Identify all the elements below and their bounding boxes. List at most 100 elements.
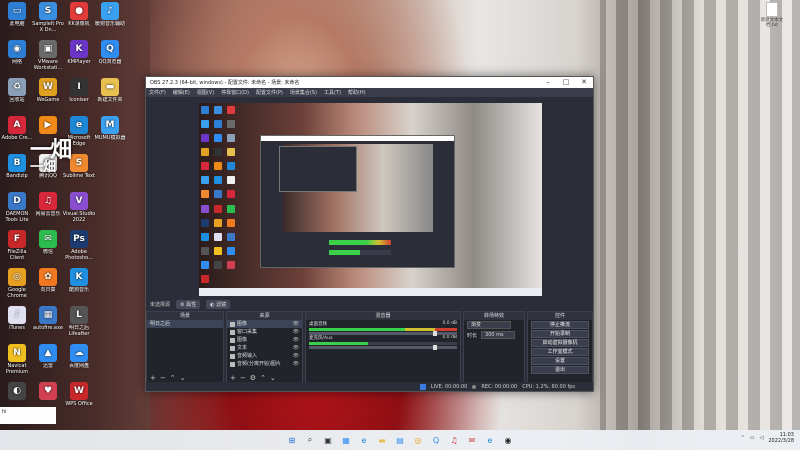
properties-button[interactable]: ⚙ 属性 <box>176 299 201 309</box>
minimize-button[interactable]: – <box>539 77 557 88</box>
menu-help[interactable]: 帮助(H) <box>348 89 366 96</box>
source-item[interactable]: 文本 👁 <box>227 344 302 352</box>
mail-icon[interactable]: ✉ <box>466 434 479 447</box>
start-recording-button[interactable]: 开始录制 <box>531 330 589 338</box>
desktop-text-file[interactable]: 新建文本文档.txt <box>760 2 784 28</box>
desktop-icon[interactable]: ✉ 微信 <box>31 230 65 255</box>
desktop-icon[interactable]: W WeGame <box>31 78 65 103</box>
small-popup[interactable]: hi <box>0 407 56 424</box>
source-item[interactable]: 音频(分离开始)图片 👁 <box>227 360 302 368</box>
desktop-icon-label: 酷狗音乐 <box>68 287 89 293</box>
obs-titlebar[interactable]: OBS 27.2.3 (64-bit, windows) - 配置文件: 未命名… <box>146 77 593 88</box>
chrome-icon[interactable]: ◎ <box>412 434 425 447</box>
store-icon[interactable]: ▤ <box>394 434 407 447</box>
menu-tools[interactable]: 工具(T) <box>324 89 341 96</box>
source-settings-icon[interactable]: ⚙ <box>250 374 256 382</box>
menu-edit[interactable]: 编辑(E) <box>173 89 190 96</box>
source-item[interactable]: 图像 👁 <box>227 320 302 328</box>
visibility-eye-icon[interactable]: 👁 <box>293 360 299 368</box>
desktop-icon[interactable]: I Iconiser <box>62 78 96 103</box>
windows-start-icon[interactable]: ⊞ <box>286 434 299 447</box>
scene-item[interactable]: 明日之后 <box>147 320 223 328</box>
visibility-eye-icon[interactable]: 👁 <box>293 328 299 336</box>
move-up-button[interactable]: ⌃ <box>260 374 266 382</box>
desktop-icon[interactable]: W WPS Office <box>62 382 96 407</box>
chevron-up-icon[interactable]: ⌃ <box>741 435 745 441</box>
desktop-icon[interactable]: ♪ iTunes <box>0 306 34 331</box>
source-item[interactable]: 音频输入 👁 <box>227 352 302 360</box>
filters-button[interactable]: ◐ 滤镜 <box>206 299 231 309</box>
duration-input[interactable]: 300 ms <box>481 331 516 339</box>
obs-icon[interactable]: ◉ <box>502 434 515 447</box>
desktop-icon[interactable]: ✿ 向日葵 <box>31 268 65 293</box>
desktop-icon[interactable]: ☁ 百度网盘 <box>62 344 96 369</box>
task-view-icon[interactable]: ▣ <box>322 434 335 447</box>
desktop-icon[interactable]: L 明日之后 Lifeafter <box>62 306 96 337</box>
desktop-icon[interactable]: ◉ 网络 <box>0 40 34 65</box>
visibility-eye-icon[interactable]: 👁 <box>293 320 299 328</box>
menu-profile[interactable]: 配置文件(P) <box>256 89 283 96</box>
remove-source-button[interactable]: − <box>240 374 246 382</box>
edge2-icon[interactable]: e <box>484 434 497 447</box>
network-icon[interactable]: ▭ <box>750 435 755 441</box>
qq-icon[interactable]: Q <box>430 434 443 447</box>
folder-icon[interactable]: ▬ <box>376 434 389 447</box>
move-up-button[interactable]: ⌃ <box>170 374 176 382</box>
desktop-icon[interactable]: N Navicat Premium <box>0 344 34 375</box>
volume-slider[interactable] <box>309 345 457 350</box>
add-scene-button[interactable]: + <box>150 374 156 382</box>
desktop-icon[interactable]: ♫ 网易云音乐 <box>31 192 65 217</box>
settings-button[interactable]: 设置 <box>531 357 589 365</box>
desktop-icon[interactable]: ♥ <box>31 382 65 401</box>
transition-select[interactable]: 渐变 <box>467 321 511 329</box>
volume-slider[interactable] <box>309 331 457 336</box>
netease-icon[interactable]: ♫ <box>448 434 461 447</box>
desktop-icon[interactable]: ● KK录像机 <box>62 2 96 27</box>
obs-preview[interactable] <box>199 103 542 296</box>
desktop-icon[interactable]: V Visual Studio 2022 <box>62 192 96 223</box>
menu-file[interactable]: 文件(F) <box>149 89 166 96</box>
stop-streaming-button[interactable]: 停止推流 <box>531 321 589 329</box>
desktop-icon[interactable]: S SampleIt Pro X Dn... <box>31 2 65 33</box>
visibility-eye-icon[interactable]: 👁 <box>293 336 299 344</box>
menu-view[interactable]: 视图(V) <box>197 89 214 96</box>
desktop-icon[interactable]: ▲ 迅雷 <box>31 344 65 369</box>
source-item[interactable]: 图像 👁 <box>227 336 302 344</box>
desktop-icon[interactable]: ▭ 此电脑 <box>0 2 34 27</box>
menu-scene-collection[interactable]: 场景集合(S) <box>290 89 317 96</box>
studio-mode-button[interactable]: 工作室模式 <box>531 348 589 356</box>
widgets-icon[interactable]: ▦ <box>340 434 353 447</box>
visibility-eye-icon[interactable]: 👁 <box>293 344 299 352</box>
desktop-icon[interactable]: ♻ 回收站 <box>0 78 34 103</box>
visibility-eye-icon[interactable]: 👁 <box>293 352 299 360</box>
source-item[interactable]: 窗口采集 👁 <box>227 328 302 336</box>
search-icon[interactable]: ⌕ <box>304 434 317 447</box>
close-button[interactable]: ✕ <box>575 77 593 88</box>
desktop-icon[interactable]: K 酷狗音乐 <box>62 268 96 293</box>
speaker-icon[interactable]: ◁ <box>760 435 764 441</box>
remove-scene-button[interactable]: − <box>160 374 166 382</box>
desktop-icon[interactable]: ◐ <box>0 382 34 401</box>
move-down-button[interactable]: ⌄ <box>270 374 276 382</box>
maximize-button[interactable]: □ <box>557 77 575 88</box>
desktop-icon[interactable]: ♪ 暖狗音乐辅助 <box>93 2 127 27</box>
move-down-button[interactable]: ⌄ <box>180 374 186 382</box>
exit-button[interactable]: 退出 <box>531 366 589 374</box>
desktop-icon[interactable]: ▬ 新建文件夹 <box>93 78 127 103</box>
desktop-icon[interactable]: Q QQ浏览器 <box>93 40 127 65</box>
desktop-icon[interactable]: Ps Adobe Photosho... <box>62 230 96 261</box>
desktop-icon[interactable]: B Bandizip <box>0 154 34 179</box>
virtual-camera-button[interactable]: 启动虚拟摄像机 <box>531 339 589 347</box>
add-source-button[interactable]: + <box>230 374 236 382</box>
clock[interactable]: 11:03 2022/3/28 <box>768 432 794 444</box>
desktop-icon[interactable]: K KMPlayer <box>62 40 96 65</box>
menu-docks[interactable]: 停靠窗口(D) <box>221 89 249 96</box>
desktop-icon[interactable]: D DAEMON Tools Lite <box>0 192 34 223</box>
desktop-icon[interactable]: F FileZilla Client <box>0 230 34 261</box>
desktop-icon[interactable]: ◎ Google Chrome <box>0 268 34 299</box>
edge-icon[interactable]: e <box>358 434 371 447</box>
desktop-icon[interactable]: A Adobe Cre... <box>0 116 34 141</box>
desktop-icon[interactable]: ▦ autofire.exe <box>31 306 65 331</box>
desktop-icon[interactable]: M MUMU模拟器 <box>93 116 127 141</box>
desktop-icon[interactable]: ▣ VMware Workstati... <box>31 40 65 71</box>
